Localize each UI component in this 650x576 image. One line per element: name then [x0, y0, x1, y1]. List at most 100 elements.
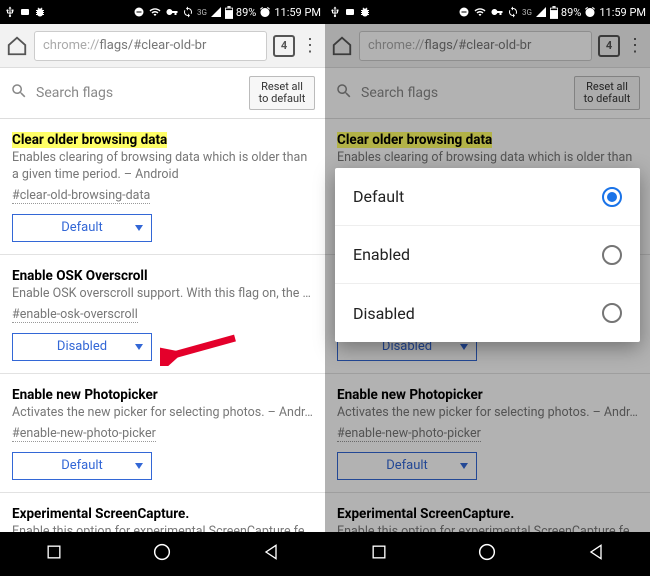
home-icon[interactable] — [6, 35, 28, 57]
flag-enable-osk-overscroll: Enable OSK Overscroll Enable OSK overscr… — [0, 255, 325, 374]
home-nav-icon[interactable] — [151, 541, 173, 567]
bug-icon — [34, 6, 46, 18]
flag-description: Enable OSK overscroll support. With this… — [12, 286, 313, 303]
battery-text: 89% — [561, 6, 581, 19]
chevron-down-icon — [135, 344, 143, 350]
flag-anchor[interactable]: #clear-old-browsing-data — [12, 188, 150, 204]
bug-icon — [359, 6, 371, 18]
vpn-key-icon — [490, 6, 504, 18]
flag-description: Enables clearing of browsing data which … — [12, 150, 313, 184]
search-placeholder: Search flags — [361, 85, 438, 101]
dnd-icon — [458, 6, 470, 18]
alarm-icon — [584, 6, 596, 18]
radio-icon — [602, 303, 622, 323]
status-bar: 3G 89% 11:59 PM — [325, 0, 650, 24]
status-bar: 3G 89% 11:59 PM — [0, 0, 325, 24]
notification-icon — [344, 6, 356, 18]
signal-icon — [535, 6, 547, 18]
option-enabled[interactable]: Enabled — [335, 226, 640, 284]
flag-title: Experimental ScreenCapture. — [337, 506, 514, 522]
tab-switcher[interactable]: 4 — [598, 35, 620, 57]
chevron-down-icon — [135, 463, 143, 469]
flag-dropdown[interactable]: Default — [12, 214, 152, 242]
alarm-icon — [259, 6, 271, 18]
radio-icon — [602, 245, 622, 265]
flag-description: Enable this option for experimental Scre… — [12, 524, 313, 532]
flag-dropdown[interactable]: Default — [12, 452, 152, 480]
search-input[interactable]: Search flags — [335, 82, 566, 104]
flag-experimental-screencapture: Experimental ScreenCapture. Enable this … — [0, 493, 325, 532]
flag-clear-old-browsing-data: Clear older browsing data Enables cleari… — [0, 119, 325, 255]
flag-dropdown[interactable]: Disabled — [12, 333, 152, 361]
omnibox[interactable]: chrome://flags/#clear-old-br — [34, 31, 267, 61]
url-scheme: chrome:// — [368, 38, 424, 53]
battery-icon — [550, 6, 558, 19]
wifi-icon — [473, 6, 487, 18]
phone-right: 3G 89% 11:59 PM chrome://flags/#clear-ol… — [325, 0, 650, 576]
flag-title: Clear older browsing data — [12, 132, 167, 148]
flag-anchor[interactable]: #enable-new-photo-picker — [337, 426, 481, 442]
menu-icon[interactable]: ⋮ — [301, 35, 319, 56]
flag-enable-new-photopicker: Enable new Photopicker Activates the new… — [325, 374, 650, 493]
chevron-down-icon — [460, 463, 468, 469]
option-disabled[interactable]: Disabled — [335, 284, 640, 342]
tab-switcher[interactable]: 4 — [273, 35, 295, 57]
search-icon — [335, 82, 353, 104]
flag-enable-new-photopicker: Enable new Photopicker Activates the new… — [0, 374, 325, 493]
battery-text: 89% — [236, 6, 256, 19]
network-label: 3G — [197, 8, 207, 17]
android-navbar — [325, 532, 650, 576]
radio-selected-icon — [602, 187, 622, 207]
flag-title: Enable new Photopicker — [337, 387, 483, 403]
sync-icon — [182, 6, 194, 18]
android-navbar — [0, 532, 325, 576]
recent-apps-icon[interactable] — [369, 542, 389, 566]
wifi-icon — [148, 6, 162, 18]
home-nav-icon[interactable] — [476, 541, 498, 567]
clock-text: 11:59 PM — [274, 6, 321, 19]
flag-title: Enable OSK Overscroll — [12, 268, 148, 284]
omnibox[interactable]: chrome://flags/#clear-old-br — [359, 31, 592, 61]
chrome-toolbar: chrome://flags/#clear-old-br 4 ⋮ — [325, 24, 650, 68]
url-scheme: chrome:// — [43, 38, 99, 53]
sync-icon — [507, 6, 519, 18]
clock-text: 11:59 PM — [599, 6, 646, 19]
reset-button[interactable]: Reset all to default — [574, 76, 640, 110]
flag-title: Clear older browsing data — [337, 132, 492, 148]
back-nav-icon[interactable] — [261, 542, 281, 566]
url-path: flags/#clear-old-br — [99, 38, 206, 53]
search-row: Search flags Reset all to default — [0, 68, 325, 119]
flag-description: Activates the new picker for selecting p… — [337, 405, 638, 422]
search-input[interactable]: Search flags — [10, 82, 241, 104]
phone-left: 3G 89% 11:59 PM chrome://flags/#clear-ol… — [0, 0, 325, 576]
battery-icon — [225, 6, 233, 19]
signal-icon — [210, 6, 222, 18]
network-label: 3G — [522, 8, 532, 17]
chevron-down-icon — [460, 344, 468, 350]
option-default[interactable]: Default — [335, 168, 640, 226]
dropdown-popup: Default Enabled Disabled — [335, 168, 640, 342]
flag-description: Activates the new picker for selecting p… — [12, 405, 313, 422]
url-path: flags/#clear-old-br — [424, 38, 531, 53]
flag-anchor[interactable]: #enable-new-photo-picker — [12, 426, 156, 442]
chrome-toolbar: chrome://flags/#clear-old-br 4 ⋮ — [0, 24, 325, 68]
flag-dropdown[interactable]: Default — [337, 452, 477, 480]
usb-icon — [4, 6, 16, 18]
dnd-icon — [133, 6, 145, 18]
notification-icon — [19, 6, 31, 18]
flags-list: Clear older browsing data Enables cleari… — [0, 119, 325, 532]
flag-title: Experimental ScreenCapture. — [12, 506, 189, 522]
back-nav-icon[interactable] — [586, 542, 606, 566]
flag-title: Enable new Photopicker — [12, 387, 158, 403]
chevron-down-icon — [135, 225, 143, 231]
vpn-key-icon — [165, 6, 179, 18]
reset-button[interactable]: Reset all to default — [249, 76, 315, 110]
search-row: Search flags Reset all to default — [325, 68, 650, 119]
flag-description: Enable this option for experimental Scre… — [337, 524, 638, 532]
menu-icon[interactable]: ⋮ — [626, 35, 644, 56]
flag-experimental-screencapture: Experimental ScreenCapture. Enable this … — [325, 493, 650, 532]
recent-apps-icon[interactable] — [44, 542, 64, 566]
flag-anchor[interactable]: #enable-osk-overscroll — [12, 307, 138, 323]
usb-icon — [329, 6, 341, 18]
home-icon[interactable] — [331, 35, 353, 57]
